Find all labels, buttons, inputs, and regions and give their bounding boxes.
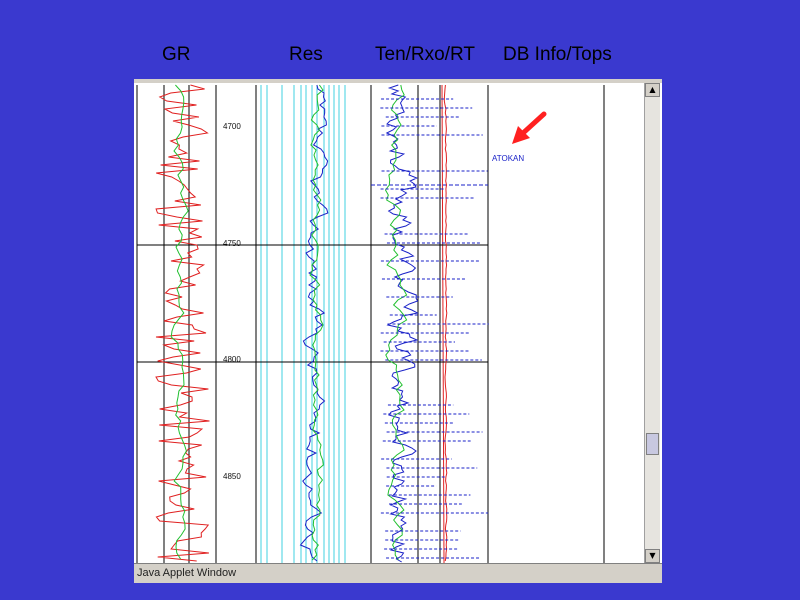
- track-title-db-info-tops: DB Info/Tops: [503, 44, 612, 65]
- well-log-plot[interactable]: 4700 4750 4800 4850 ATOKAN: [134, 79, 644, 563]
- scroll-up-button[interactable]: ▲: [645, 83, 660, 97]
- depth-label: 4800: [223, 355, 241, 364]
- formation-top-label[interactable]: ATOKAN: [492, 154, 524, 163]
- track-title-res: Res: [289, 44, 323, 65]
- track-grid: [136, 84, 605, 563]
- log-curves: [155, 84, 489, 563]
- status-bar: Java Applet Window: [134, 563, 662, 583]
- depth-label: 4850: [223, 472, 241, 481]
- scroll-thumb[interactable]: [646, 433, 659, 455]
- track-title-ten-rxo-rt: Ten/Rxo/RT: [375, 44, 475, 65]
- track-title-gr: GR: [162, 44, 191, 65]
- vertical-scrollbar[interactable]: ▲ ▼: [644, 83, 660, 563]
- log-applet-window[interactable]: 4700 4750 4800 4850 ATOKAN ▲ ▼ Java Appl…: [134, 79, 662, 583]
- red-arrow-icon: [512, 111, 547, 144]
- depth-scale: 4700 4750 4800 4850: [223, 122, 241, 481]
- depth-label: 4750: [223, 239, 241, 248]
- rt-curve: [443, 84, 448, 562]
- scroll-down-button[interactable]: ▼: [645, 549, 660, 563]
- status-text: Java Applet Window: [137, 567, 237, 579]
- depth-label: 4700: [223, 122, 241, 131]
